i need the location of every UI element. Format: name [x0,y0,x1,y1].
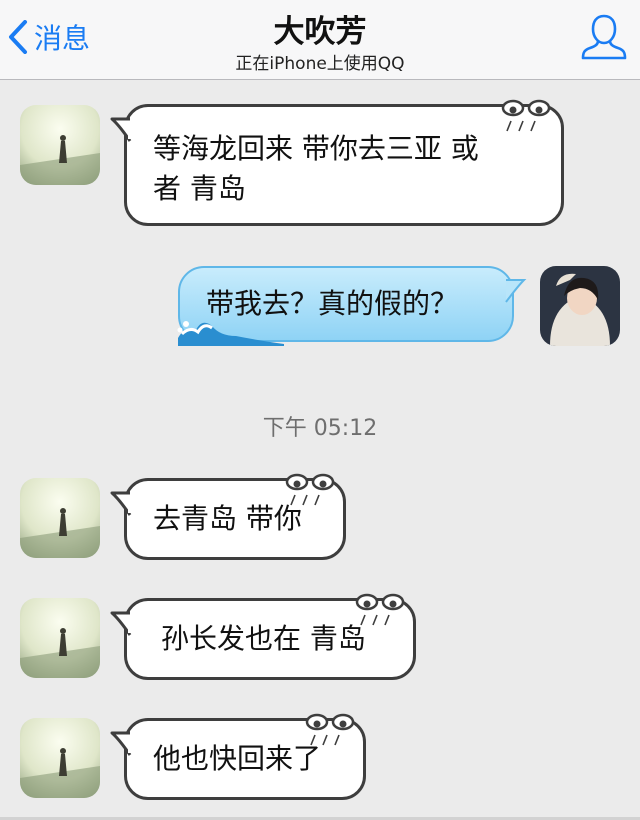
message-bubble[interactable]: 带我去？真的假的？ [177,266,527,346]
message-bubble[interactable]: 去青岛 带你 [110,473,346,560]
chat-header: 消息 大吹芳 正在iPhone上使用QQ [0,0,640,80]
contact-avatar[interactable] [20,478,100,558]
message-bubble[interactable]: 等海龙回来 带你去三亚 或 者 青岛 [110,99,564,226]
profile-button[interactable] [580,10,628,62]
message-text: 者 青岛 [153,172,246,205]
message-text: 等海龙回来 带你去三亚 或 [153,132,479,165]
message-bubble[interactable]: 他也快回来了 [110,713,366,800]
cartoon-eyes-decoration [355,593,405,626]
contact-avatar[interactable] [20,598,100,678]
contact-avatar[interactable] [20,105,100,185]
cartoon-eyes-decoration [305,713,355,746]
contact-name: 大吹芳 [273,14,367,50]
message-bubble[interactable]: 孙长发也在 青岛 [110,593,416,680]
cartoon-eyes-decoration [285,473,335,506]
cartoon-eyes-decoration [501,99,551,132]
person-outline-icon [580,10,628,62]
contact-avatar[interactable] [20,718,100,798]
wave-decoration [177,321,284,346]
user-avatar[interactable] [540,266,620,346]
message-timestamp: 下午 05:12 [262,416,378,441]
online-status: 正在iPhone上使用QQ [235,54,405,74]
